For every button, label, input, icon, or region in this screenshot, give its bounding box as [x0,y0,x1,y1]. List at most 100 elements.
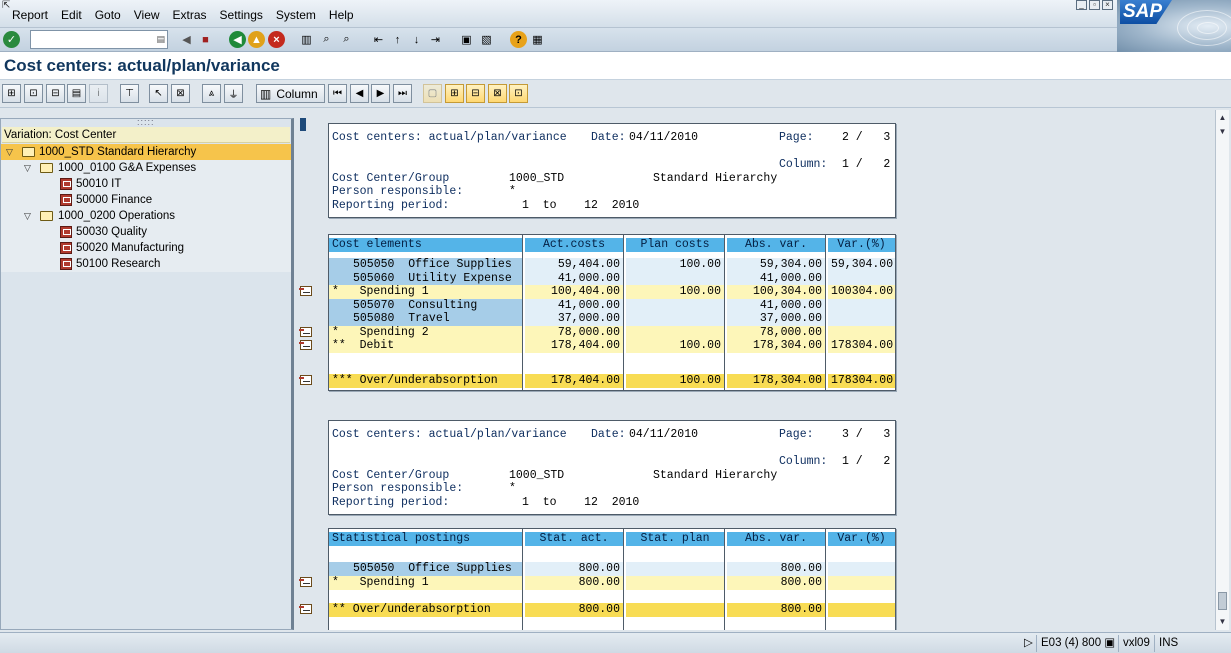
column-header[interactable]: Var.(%) [828,238,895,252]
tree-node-finance[interactable]: 50000 Finance [1,192,291,208]
first-column-icon[interactable]: ⏮ [328,84,347,103]
print-icon[interactable]: ▥ [298,31,315,48]
column-header[interactable]: Var.(%) [828,532,895,546]
restore-icon[interactable]: ▫ [1089,0,1100,10]
menu-view[interactable]: View [134,8,160,22]
menu-settings[interactable]: Settings [220,8,263,22]
back-arrow-icon[interactable]: ◀ [178,31,195,48]
table-cell [828,575,895,590]
select-icon[interactable]: ↖ [149,84,168,103]
menu-extras[interactable]: Extras [173,8,207,22]
page-up-icon[interactable]: ▼ [1217,126,1228,137]
tree-node-quality[interactable]: 50030 Quality [1,224,291,240]
save-icon[interactable]: ■ [197,31,214,48]
next-page-icon[interactable]: ↓ [408,31,425,48]
command-dropdown-icon[interactable]: ▤ [156,34,165,45]
variation-previous-icon[interactable]: ⊠ [488,84,507,103]
change-view-icon[interactable]: ⊡ [24,84,43,103]
system-menu-icon[interactable]: ⇱ [2,0,12,11]
menu-report[interactable]: Report [12,8,48,22]
next-column-icon[interactable]: ▶ [371,84,390,103]
enter-icon[interactable]: ✓ [3,31,20,48]
table-row[interactable]: 505080 Travel 37,000.00 37,000.00 [329,312,895,326]
find-icon[interactable]: ⌕ [318,31,335,48]
drilldown-icon[interactable] [299,604,312,614]
column-button[interactable]: ▥ Column [256,84,325,103]
table-row[interactable]: 505050 Office Supplies 800.00 800.00 [329,562,895,576]
tree-node-it[interactable]: 50010 IT [1,176,291,192]
variation-next-icon[interactable]: ⊡ [509,84,528,103]
column-header[interactable]: Act.costs [525,238,623,252]
scroll-up-icon[interactable]: ▲ [1217,112,1228,123]
table-row[interactable]: * Spending 2 78,000.00 78,000.00 [329,325,895,340]
tree-node-manufacturing[interactable]: 50020 Manufacturing [1,240,291,256]
drilldown-icon[interactable] [299,326,312,337]
menu-system[interactable]: System [276,8,316,22]
column-header[interactable]: Abs. var. [727,238,825,252]
system-info-dropdown-icon[interactable]: ▣ [1104,637,1115,649]
table-row[interactable]: * Spending 1 100,404.00 100.00 100,304.00 10… [329,285,895,299]
prev-page-icon[interactable]: ↑ [389,31,406,48]
table-row[interactable]: ** Debit 178,404.00 100.00 178,304.00 178304… [329,339,895,353]
table-row[interactable]: * Spending 1 800.00 800.00 [329,575,895,590]
drilldown-icon[interactable] [299,286,312,296]
close-window-icon[interactable]: × [1102,0,1113,10]
exit-icon[interactable]: ▲ [248,31,265,48]
variation-icon[interactable]: ▢ [423,84,442,103]
shortcut-icon[interactable]: ▧ [478,31,495,48]
previous-column-icon[interactable]: ◀ [350,84,369,103]
table-total-row[interactable]: ** Over/underabsorption 800.00 800.00 [329,603,895,617]
menu-goto[interactable]: Goto [95,8,121,22]
table-row[interactable]: 505050 Office Supplies 59,404.00 100.00 59,… [329,258,895,272]
table-total-row[interactable]: *** Over/underabsorption 178,404.00 100.… [329,374,895,388]
minimize-icon[interactable]: _ [1076,0,1087,10]
menu-help[interactable]: Help [329,8,354,22]
drilldown-icon[interactable] [299,340,312,350]
back-icon[interactable]: ◀ [229,31,246,48]
vertical-scrollbar[interactable]: ▲ ▼ ▼ [1215,110,1229,630]
tree-node-standard-hierarchy[interactable]: ▽ 1000_STD Standard Hierarchy [1,144,291,160]
find-next-icon[interactable]: ⌕ [338,31,355,48]
command-field[interactable]: ▤ [30,30,168,49]
splitter-grip[interactable]: ::::: [137,117,155,127]
hierarchy-icon[interactable]: ⊟ [46,84,65,103]
scroll-thumb[interactable] [1218,592,1227,610]
help-icon[interactable]: ? [510,31,527,48]
drilldown-icon[interactable] [299,375,312,385]
last-page-icon[interactable]: ⇥ [427,31,444,48]
expand-icon[interactable]: ⊠ [171,84,190,103]
cancel-icon[interactable]: × [268,31,285,48]
layout-menu-icon[interactable]: ▦ [529,31,546,48]
report-report-interface-icon[interactable]: ⊤ [120,84,139,103]
sort-icon[interactable]: ⩓ [202,84,221,103]
column-header[interactable]: Cost elements [329,238,522,252]
tree-node-research[interactable]: 50100 Research [1,256,291,272]
table-row[interactable]: 505060 Utility Expense 41,000.00 41,000.00 [329,271,895,286]
column-header[interactable]: Stat. plan [626,532,724,546]
first-page-icon[interactable]: ⇤ [370,31,387,48]
system-info[interactable]: E03 (4) 800 ▣ [1036,635,1119,652]
create-session-icon[interactable]: ▣ [458,31,475,48]
table-row[interactable]: 505070 Consulting 41,000.00 41,000.00 [329,298,895,313]
filter-icon[interactable]: ⏚ [224,84,243,103]
navigation-on-off-icon[interactable]: ⊞ [2,84,21,103]
expand-icon[interactable]: ▽ [24,208,31,224]
info-icon[interactable]: i [89,84,108,103]
tree-node-operations[interactable]: ▽ 1000_0200 Operations [1,208,291,224]
drilldown-icon[interactable] [299,576,312,587]
last-column-icon[interactable]: ⏭ [393,84,412,103]
status-toggle-icon[interactable]: ▷ [1020,635,1037,652]
column-header[interactable]: Stat. act. [525,532,623,546]
expand-icon[interactable]: ▽ [24,160,31,176]
column-header[interactable]: Plan costs [626,238,724,252]
column-header[interactable]: Abs. var. [727,532,825,546]
expand-icon[interactable]: ▽ [6,144,13,160]
variation-collapse-icon[interactable]: ⊟ [466,84,485,103]
column-header[interactable]: Statistical postings [329,532,522,546]
menu-edit[interactable]: Edit [61,8,82,22]
tree-node-g-and-a-expenses[interactable]: ▽ 1000_0100 G&A Expenses [1,160,291,176]
variation-expand-icon[interactable]: ⊞ [445,84,464,103]
table-view-icon[interactable]: ▤ [67,84,86,103]
scroll-down-icon[interactable]: ▼ [1217,616,1228,627]
table-cell: 78,000.00 [727,325,825,340]
